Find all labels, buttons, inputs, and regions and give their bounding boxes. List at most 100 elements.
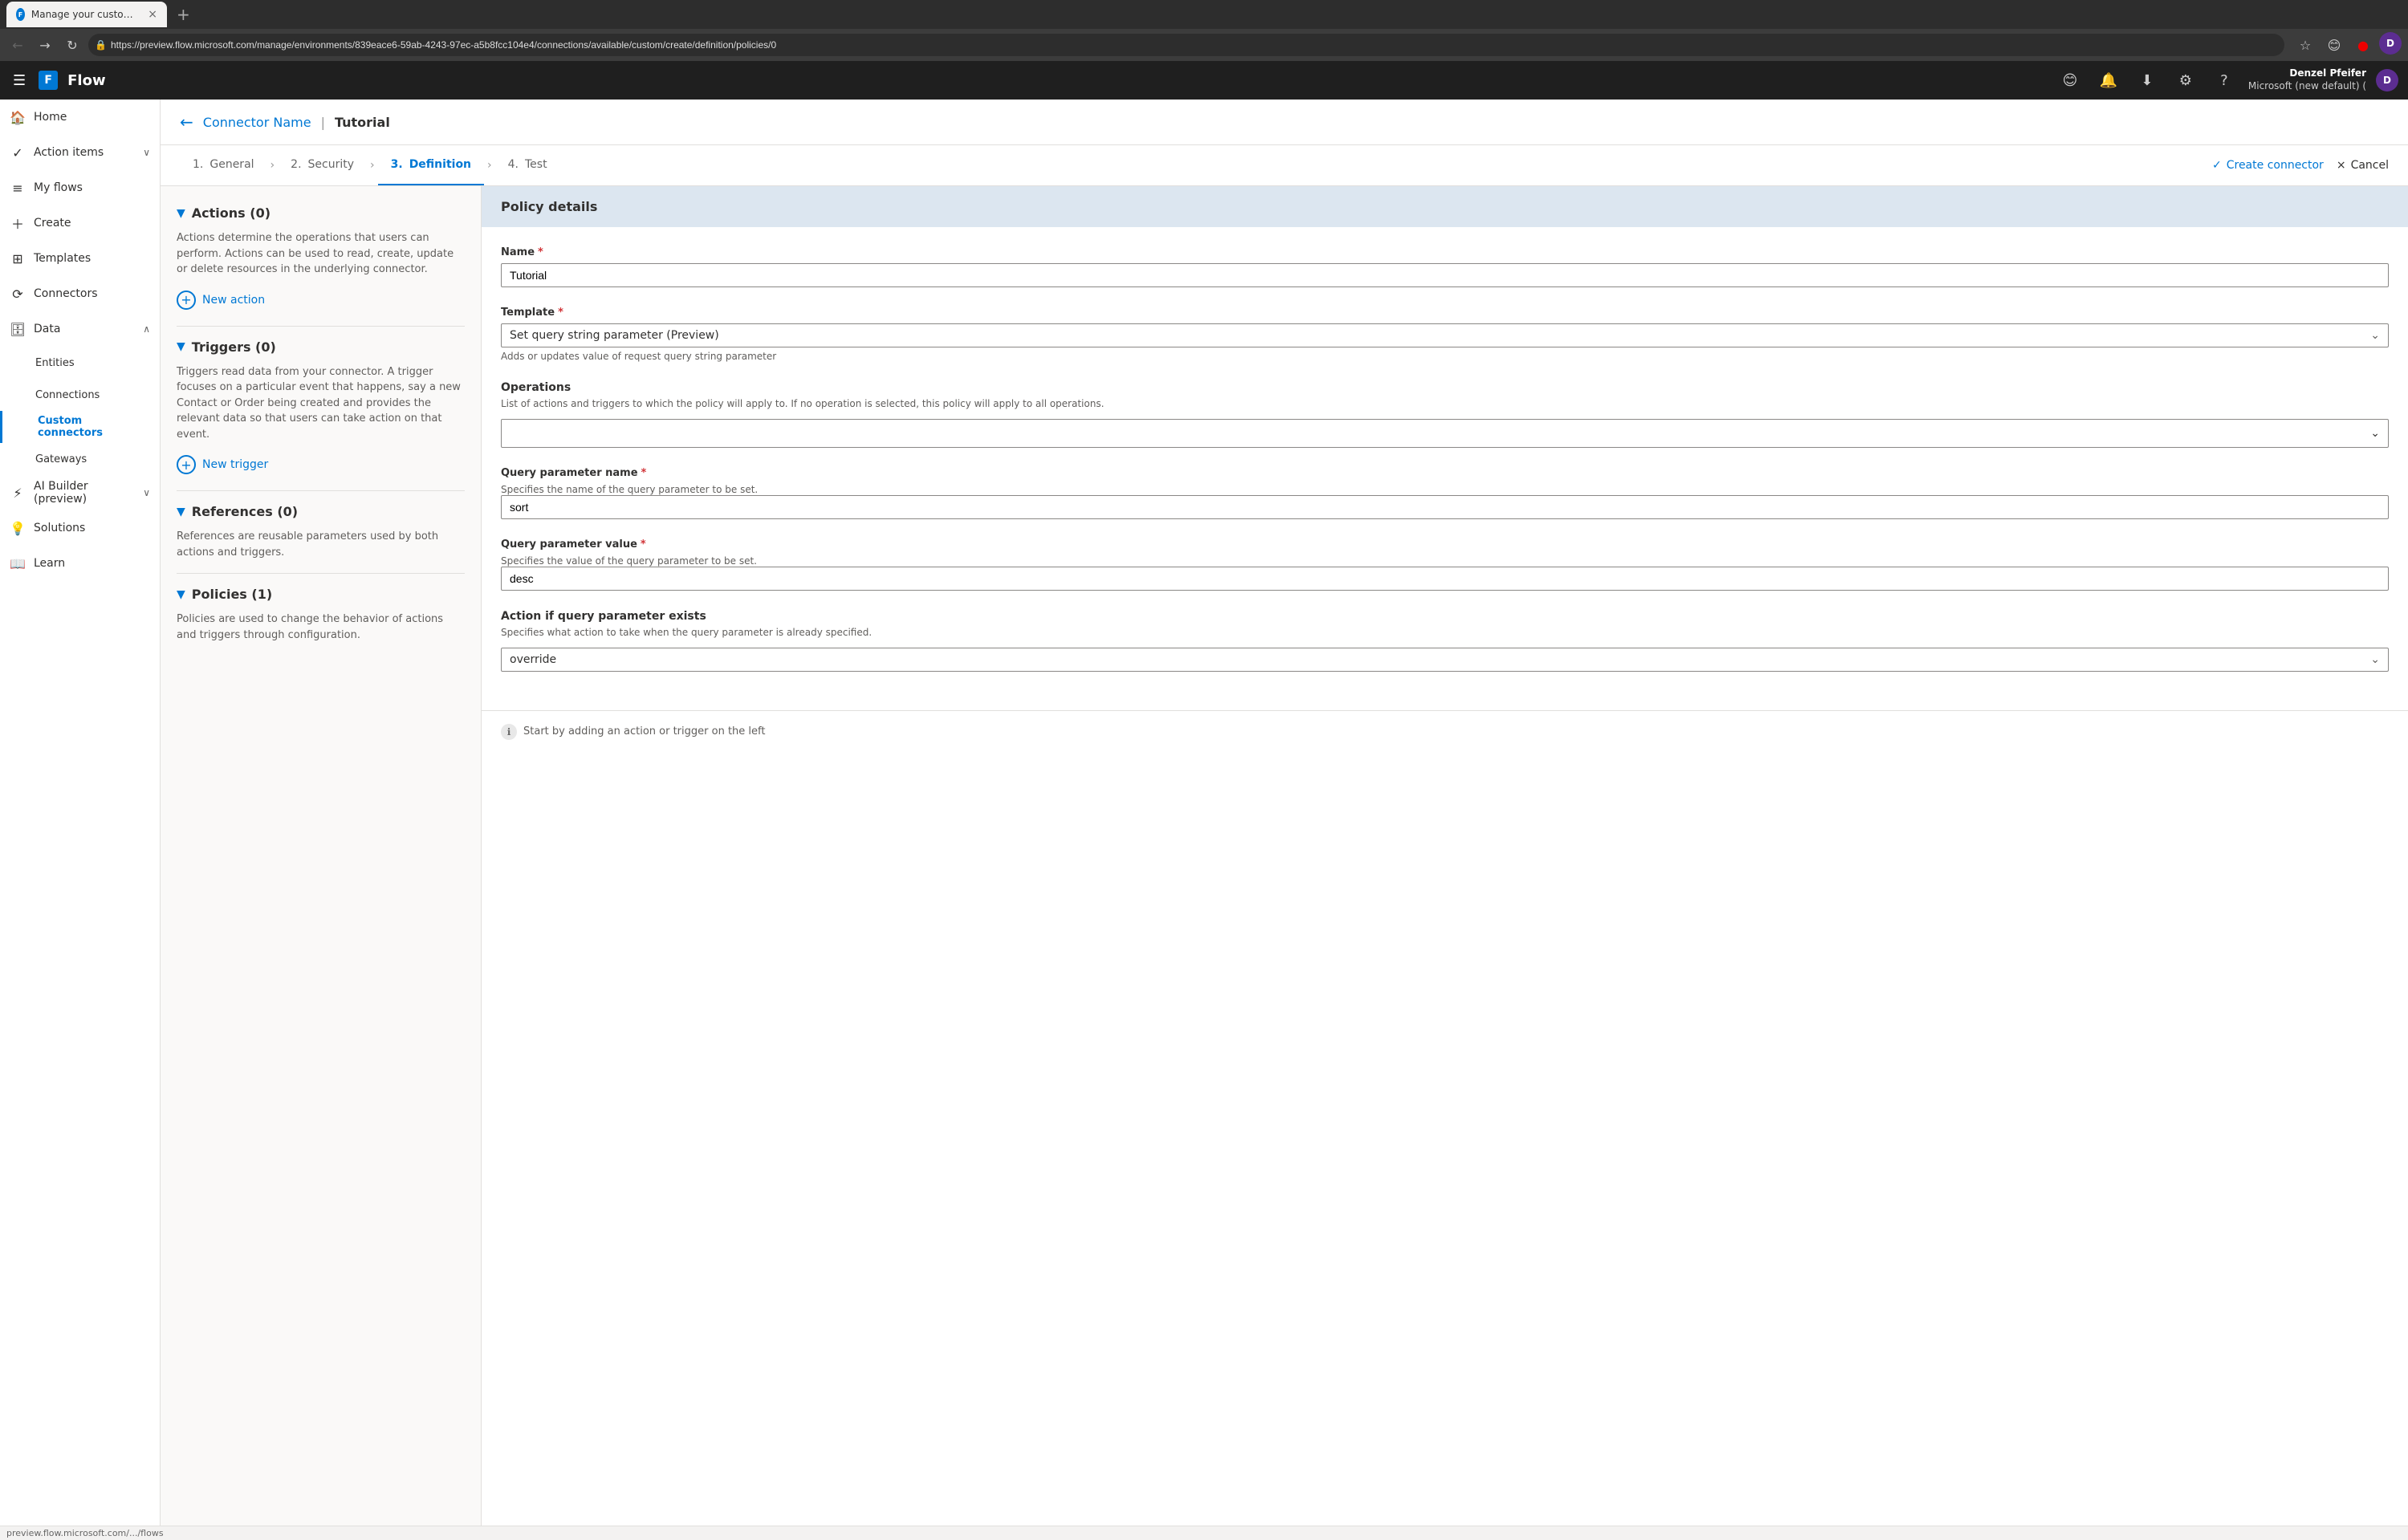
action-items-icon: ✓ xyxy=(10,144,26,161)
action-if-exists-dropdown[interactable]: override ⌄ xyxy=(501,648,2389,672)
active-tab[interactable]: F Manage your custom connectors × xyxy=(6,2,167,27)
sidebar-label-templates: Templates xyxy=(34,252,150,265)
sidebar-label-solutions: Solutions xyxy=(34,522,150,534)
tab-favicon: F xyxy=(16,8,25,21)
new-action-button[interactable]: + New action xyxy=(177,291,465,310)
cancel-x-icon: × xyxy=(2337,159,2346,172)
left-panel: ▼ Actions (0) Actions determine the oper… xyxy=(161,186,482,1526)
breadcrumb-title: Tutorial xyxy=(335,115,390,130)
name-input[interactable] xyxy=(501,263,2389,287)
cancel-button[interactable]: × Cancel xyxy=(2337,159,2389,172)
policies-toggle[interactable]: ▼ xyxy=(177,588,185,601)
operations-dropdown[interactable]: ⌄ xyxy=(501,419,2389,448)
policy-details-body: Name * Template * Set xyxy=(482,227,2408,710)
solutions-icon: 💡 xyxy=(10,520,26,536)
lock-icon: 🔒 xyxy=(95,39,107,51)
sidebar-subitem-connections[interactable]: Connections xyxy=(0,379,160,411)
user-tenant: Microsoft (new default) ( xyxy=(2248,80,2366,93)
action-if-exists-label: Action if query parameter exists xyxy=(501,610,2389,623)
wizard-chevron-1: › xyxy=(267,159,279,172)
query-param-value-input[interactable] xyxy=(501,567,2389,591)
sidebar-label-home: Home xyxy=(34,111,150,124)
sidebar-subitem-gateways[interactable]: Gateways xyxy=(0,443,160,475)
query-param-name-required: * xyxy=(641,467,647,479)
sidebar-subitem-custom-connectors[interactable]: Custom connectors xyxy=(0,411,160,443)
sidebar-item-templates[interactable]: ⊞ Templates xyxy=(0,241,160,276)
info-icon: ℹ xyxy=(501,724,517,740)
template-required: * xyxy=(558,307,563,319)
sidebar-item-ai-builder[interactable]: ⚡ AI Builder (preview) ∨ xyxy=(0,475,160,510)
actions-toggle[interactable]: ▼ xyxy=(177,207,185,220)
template-form-group: Template * Set query string parameter (P… xyxy=(501,307,2389,362)
data-chevron: ∧ xyxy=(143,323,150,335)
connector-name[interactable]: Connector Name xyxy=(203,115,311,130)
references-title: References (0) xyxy=(192,504,298,519)
new-tab-button[interactable]: + xyxy=(170,5,197,24)
breadcrumb-bar: ← Connector Name | Tutorial xyxy=(161,100,2408,145)
sidebar: 🏠 Home ✓ Action items ∨ ≡ My flows ＋ Cre… xyxy=(0,100,161,1526)
extension1-button[interactable]: 😊 xyxy=(2321,32,2347,58)
home-icon: 🏠 xyxy=(10,109,26,125)
operations-chevron-icon: ⌄ xyxy=(2370,427,2380,440)
user-avatar-topbar[interactable]: D xyxy=(2376,69,2398,91)
favorites-button[interactable]: ☆ xyxy=(2292,32,2318,58)
address-bar[interactable] xyxy=(88,34,2284,56)
back-button[interactable]: ← xyxy=(6,34,29,56)
tab-close-button[interactable]: × xyxy=(148,8,157,21)
sidebar-label-my-flows: My flows xyxy=(34,181,150,194)
wizard-tab-general[interactable]: 1. General xyxy=(180,145,267,185)
extension2-button[interactable]: ● xyxy=(2350,32,2376,58)
sidebar-item-solutions[interactable]: 💡 Solutions xyxy=(0,510,160,546)
query-param-name-label: Query parameter name * xyxy=(501,467,2389,479)
sidebar-item-data[interactable]: 🗄 Data ∧ xyxy=(0,311,160,347)
sidebar-label-action-items: Action items xyxy=(34,146,135,159)
browser-tabs: F Manage your custom connectors × + xyxy=(0,0,2408,29)
triggers-toggle[interactable]: ▼ xyxy=(177,340,185,353)
notifications-button[interactable]: 🔔 xyxy=(2094,66,2123,95)
new-trigger-label: New trigger xyxy=(202,458,268,471)
sidebar-item-home[interactable]: 🏠 Home xyxy=(0,100,160,135)
sidebar-item-action-items[interactable]: ✓ Action items ∨ xyxy=(0,135,160,170)
address-bar-wrap: 🔒 xyxy=(88,34,2284,56)
references-toggle[interactable]: ▼ xyxy=(177,506,185,518)
query-param-value-label: Query parameter value * xyxy=(501,538,2389,551)
status-url: preview.flow.microsoft.com/.../flows xyxy=(6,1528,164,1538)
action-if-exists-form-group: Action if query parameter exists Specifi… xyxy=(501,610,2389,672)
sidebar-item-learn[interactable]: 📖 Learn xyxy=(0,546,160,581)
sidebar-item-create[interactable]: ＋ Create xyxy=(0,205,160,241)
sidebar-item-my-flows[interactable]: ≡ My flows xyxy=(0,170,160,205)
actions-divider xyxy=(177,326,465,327)
new-trigger-button[interactable]: + New trigger xyxy=(177,455,465,474)
forward-button[interactable]: → xyxy=(34,34,56,56)
sidebar-label-data: Data xyxy=(34,323,135,335)
new-action-label: New action xyxy=(202,294,265,307)
wizard-tab-test[interactable]: 4. Test xyxy=(495,145,560,185)
settings-button[interactable]: ⚙ xyxy=(2171,66,2200,95)
entities-label: Entities xyxy=(35,357,75,369)
wizard-tab-definition[interactable]: 3. Definition xyxy=(378,145,484,185)
query-param-name-hint: Specifies the name of the query paramete… xyxy=(501,484,2389,495)
operations-label: Operations xyxy=(501,381,2389,394)
wizard-tab-definition-num: 3. xyxy=(391,158,403,171)
template-dropdown[interactable]: Set query string parameter (Preview) ⌄ xyxy=(501,323,2389,347)
query-param-name-input[interactable] xyxy=(501,495,2389,519)
sidebar-subitem-entities[interactable]: Entities xyxy=(0,347,160,379)
user-avatar-browser[interactable]: D xyxy=(2379,32,2402,55)
sidebar-item-connectors[interactable]: ⟳ Connectors xyxy=(0,276,160,311)
template-hint: Adds or updates value of request query s… xyxy=(501,351,2389,362)
create-connector-button[interactable]: ✓ Create connector xyxy=(2212,159,2324,172)
back-button[interactable]: ← xyxy=(180,112,193,132)
help-button[interactable]: ? xyxy=(2210,66,2239,95)
tab-title: Manage your custom connectors xyxy=(31,9,138,20)
user-name: Denzel Pfeifer xyxy=(2248,67,2366,80)
app-topbar: ☰ F Flow 😊 🔔 ⬇ ⚙ ? Denzel Pfeifer Micros… xyxy=(0,61,2408,100)
refresh-button[interactable]: ↻ xyxy=(61,34,83,56)
feedback-button[interactable]: 😊 xyxy=(2056,66,2085,95)
browser-frame: F Manage your custom connectors × + ← → … xyxy=(0,0,2408,61)
my-flows-icon: ≡ xyxy=(10,180,26,196)
operations-hint: List of actions and triggers to which th… xyxy=(501,397,2389,411)
browser-actions: ☆ 😊 ● D xyxy=(2292,32,2402,58)
download-button[interactable]: ⬇ xyxy=(2133,66,2162,95)
wizard-tab-security[interactable]: 2. Security xyxy=(278,145,367,185)
hamburger-button[interactable]: ☰ xyxy=(10,69,29,92)
